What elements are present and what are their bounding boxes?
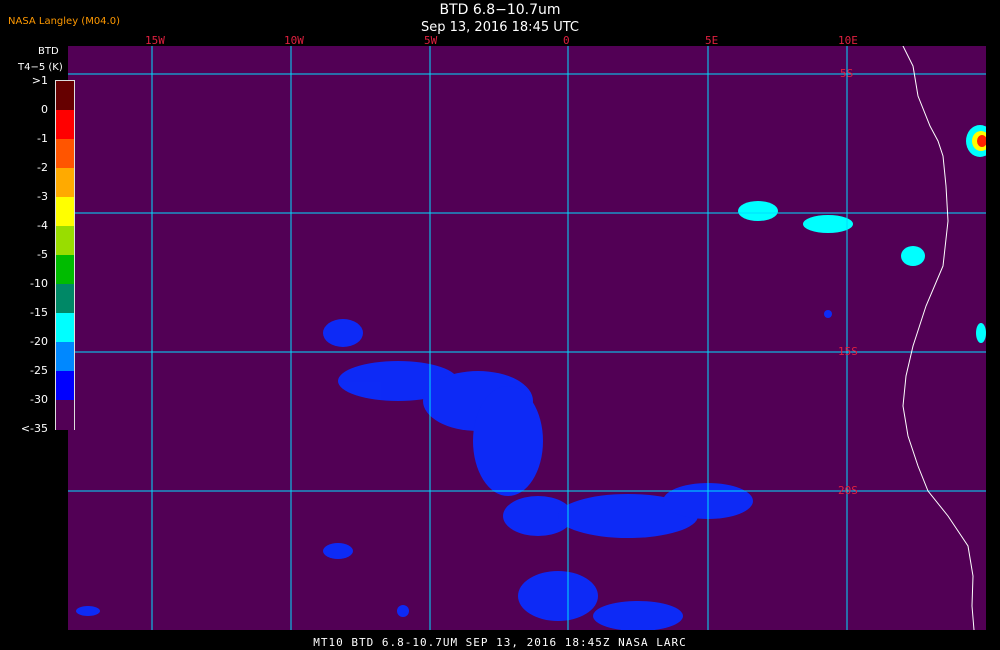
legend-band bbox=[56, 284, 74, 314]
legend-tick-label: >1 bbox=[31, 74, 48, 87]
legend-band bbox=[56, 400, 74, 430]
coastline bbox=[902, 46, 975, 630]
legend-tick-label: -3 bbox=[37, 190, 48, 203]
lon-label: 5E bbox=[705, 34, 719, 47]
legend-tick-label: -20 bbox=[30, 335, 48, 348]
legend-band bbox=[56, 139, 74, 169]
legend-tick-label: -1 bbox=[37, 132, 48, 145]
legend-tick-label: -25 bbox=[30, 364, 48, 377]
map-title: BTD 6.8−10.7um bbox=[439, 2, 561, 18]
legend-tick-label: -15 bbox=[30, 306, 48, 319]
legend-tick-label: -2 bbox=[37, 161, 48, 174]
legend-unit: T4−5 (K) bbox=[18, 62, 63, 73]
legend-band bbox=[56, 371, 74, 401]
legend-tick-label: -30 bbox=[30, 393, 48, 406]
map-timestamp: Sep 13, 2016 18:45 UTC bbox=[420, 20, 580, 35]
storm-core bbox=[966, 125, 986, 157]
lon-label: 15W bbox=[145, 34, 165, 47]
legend-band bbox=[56, 110, 74, 140]
legend-tick-label: -4 bbox=[37, 219, 48, 232]
legend-tick-label: <-35 bbox=[20, 422, 48, 435]
lon-label: 10W bbox=[284, 34, 304, 47]
lat-label: 15S bbox=[838, 345, 858, 358]
legend-band bbox=[56, 342, 74, 372]
legend-title: BTD bbox=[38, 46, 59, 57]
legend-band bbox=[56, 226, 74, 256]
legend-band bbox=[56, 168, 74, 198]
lon-label: 10E bbox=[838, 34, 858, 47]
legend-tick-label: 0 bbox=[41, 103, 48, 116]
color-legend bbox=[55, 80, 75, 430]
legend-tick-label: -10 bbox=[30, 277, 48, 290]
lat-lon-grid bbox=[68, 46, 986, 630]
legend-band bbox=[56, 197, 74, 227]
legend-band bbox=[56, 313, 74, 343]
lat-label: 20S bbox=[838, 484, 858, 497]
legend-band bbox=[56, 81, 74, 111]
low-cloud-features bbox=[76, 310, 832, 630]
provider-label: NASA Langley (M04.0) bbox=[8, 16, 120, 27]
legend-tick-label: -5 bbox=[37, 248, 48, 261]
footer-caption: MT10 BTD 6.8-10.7UM SEP 13, 2016 18:45Z … bbox=[313, 636, 687, 649]
map-overlay bbox=[68, 46, 986, 630]
lon-label: 0 bbox=[563, 34, 570, 47]
lat-label: 5S bbox=[840, 67, 854, 80]
legend-band bbox=[56, 255, 74, 285]
lon-label: 5W bbox=[424, 34, 438, 47]
satellite-map bbox=[68, 46, 986, 630]
high-cloud-features bbox=[738, 201, 986, 343]
